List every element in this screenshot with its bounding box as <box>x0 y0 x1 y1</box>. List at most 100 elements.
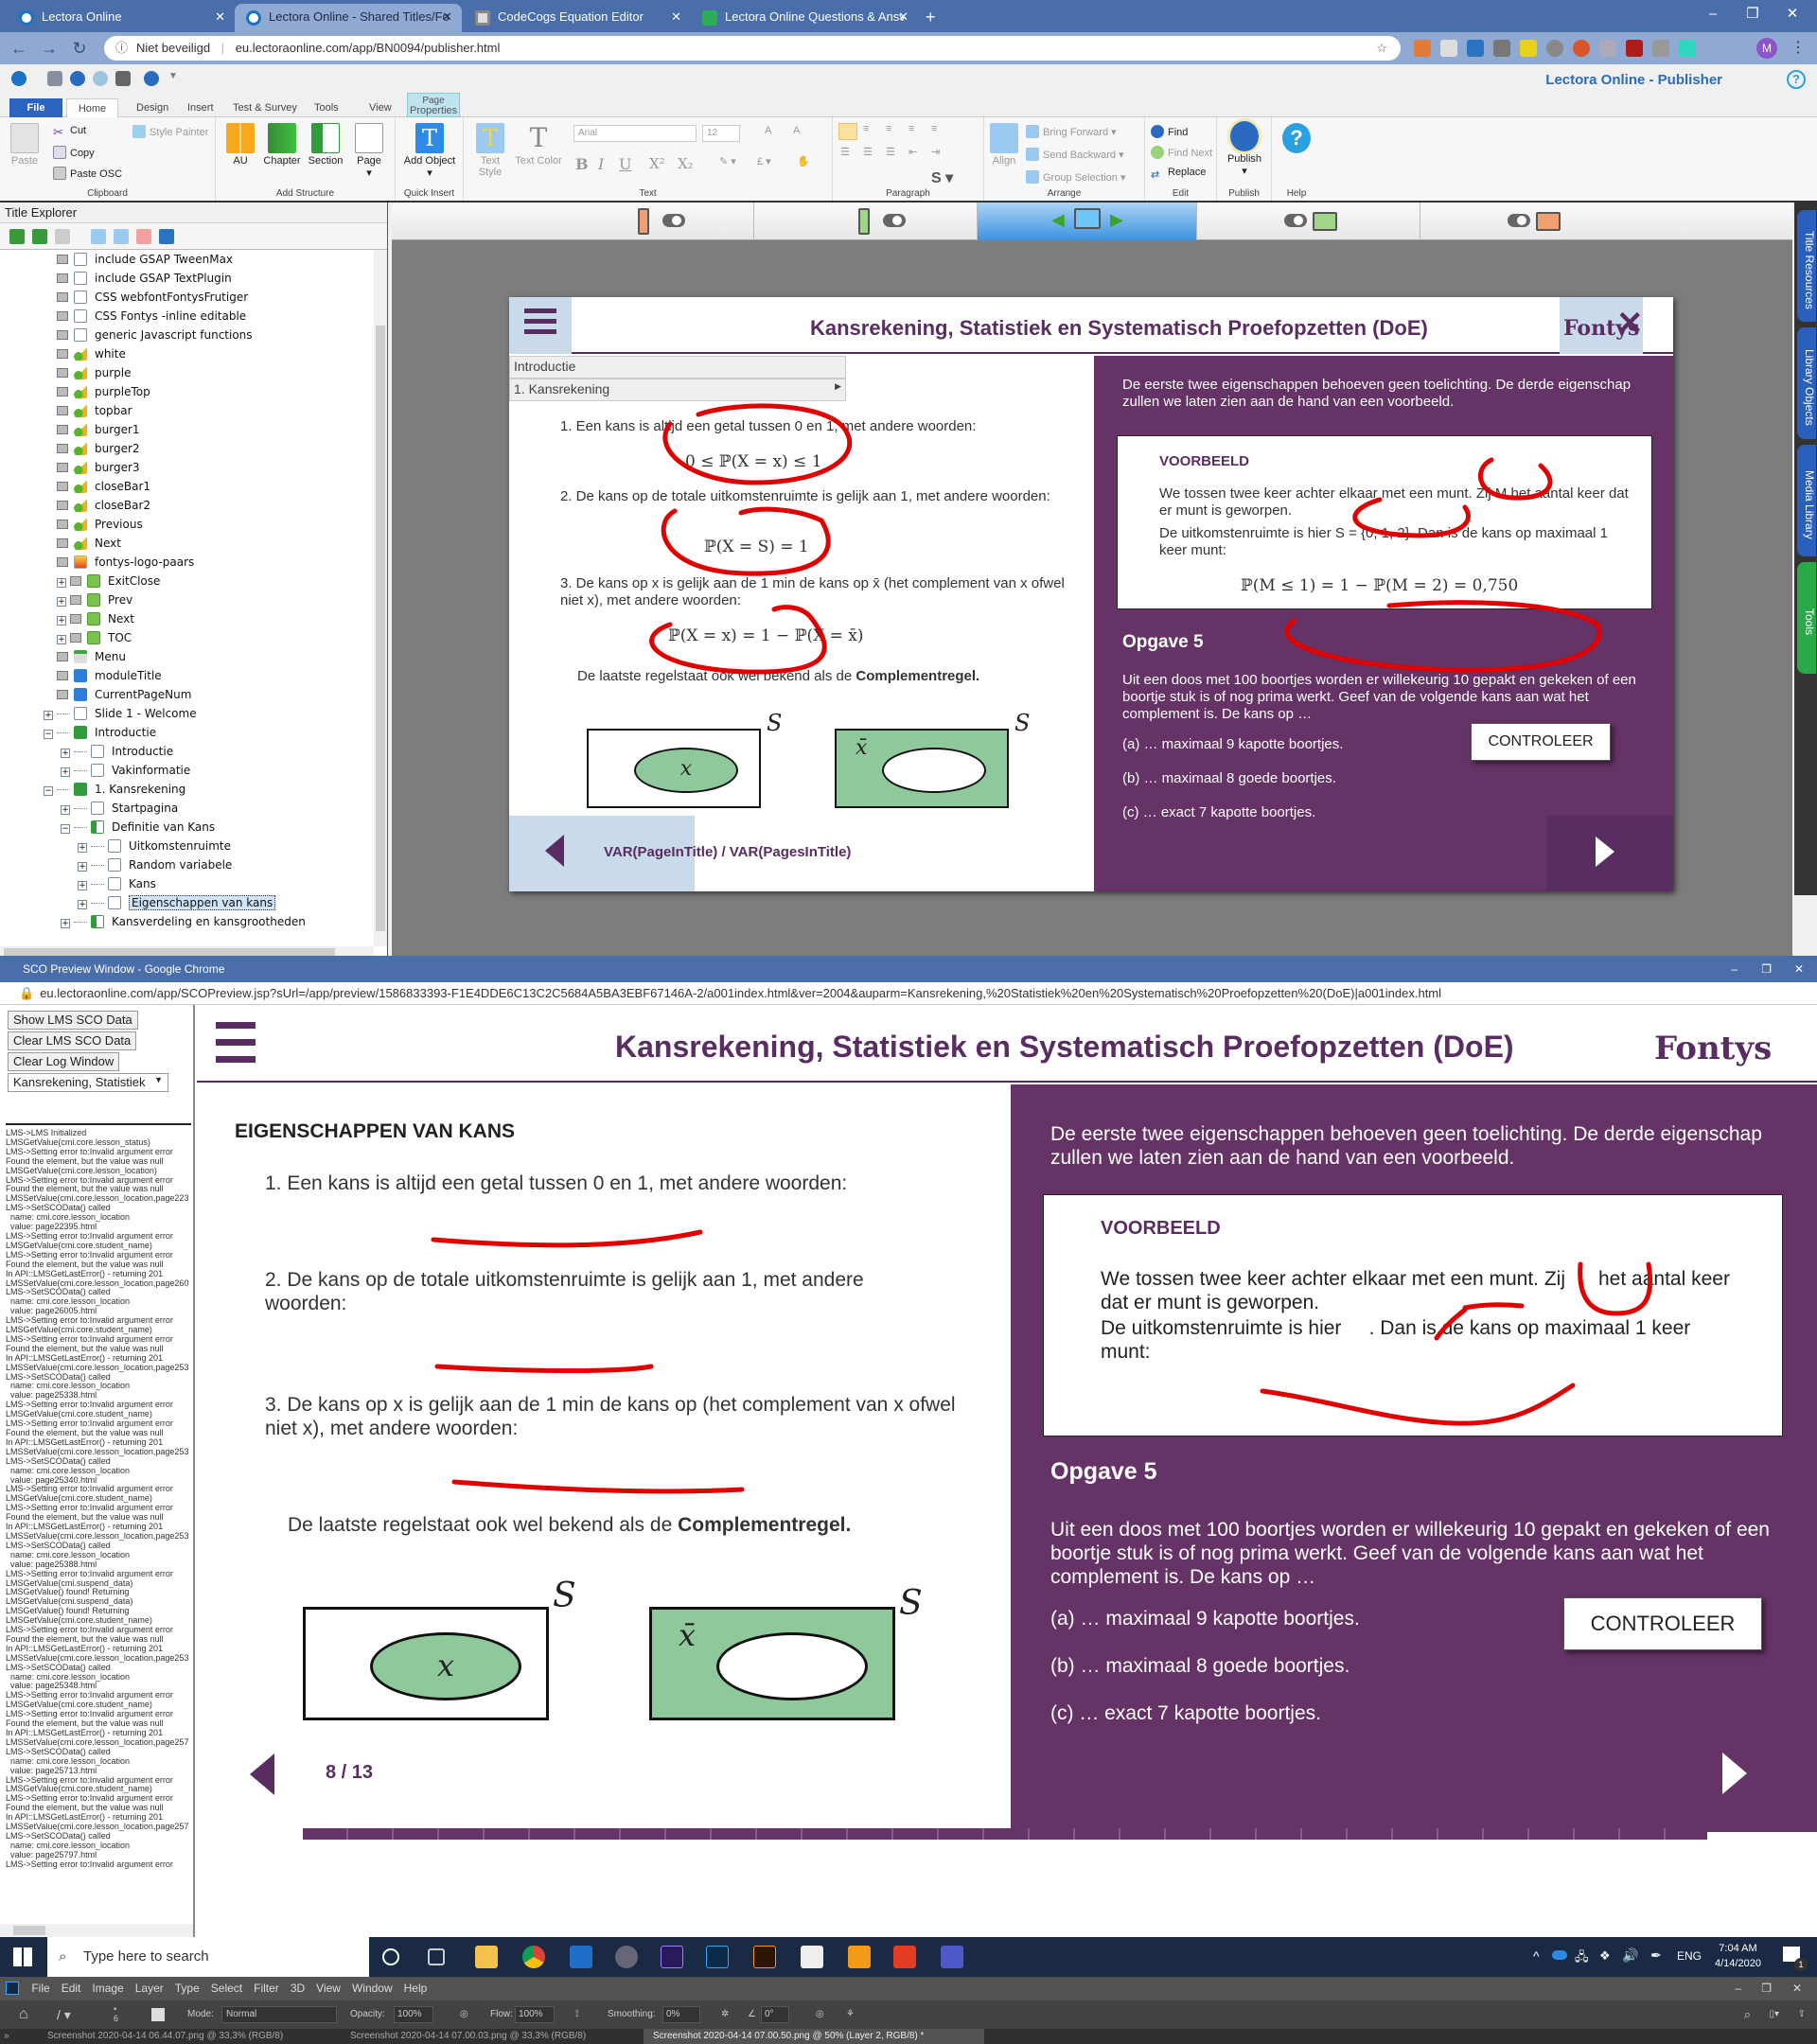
style-painter-button[interactable]: Style Painter <box>132 125 208 138</box>
refresh-icon[interactable] <box>159 229 174 244</box>
outlook-icon[interactable] <box>570 1946 592 1968</box>
menu-item-layer[interactable]: Layer <box>135 1982 164 1995</box>
panel-tab-title-resources[interactable]: Title Resources <box>1797 210 1816 322</box>
visibility-checkbox[interactable] <box>57 368 68 378</box>
clear-log-button[interactable]: Clear Log Window <box>8 1052 120 1071</box>
paste-osc-button[interactable]: Paste OSC <box>53 167 122 180</box>
chrome-menu-icon[interactable]: ⋮ <box>1791 40 1808 57</box>
visibility-checkbox[interactable] <box>70 595 81 605</box>
visibility-checkbox[interactable] <box>57 311 68 321</box>
visibility-checkbox[interactable] <box>57 273 68 283</box>
check-button[interactable]: CONTROLEER <box>1471 723 1611 761</box>
visibility-checkbox[interactable] <box>57 557 68 567</box>
close-tab-icon[interactable]: ✕ <box>898 4 908 30</box>
visibility-checkbox[interactable] <box>57 406 68 415</box>
bring-forward-button[interactable]: Bring Forward ▾ <box>1026 125 1117 138</box>
burger-menu-button[interactable] <box>216 1022 256 1063</box>
after-effects-icon[interactable] <box>661 1946 683 1968</box>
tab-page-properties[interactable]: Page Properties <box>407 93 460 117</box>
save-icon[interactable] <box>47 71 62 86</box>
tree-node[interactable]: Previous <box>57 515 143 534</box>
smoothing-input[interactable]: 0% <box>662 2006 700 2023</box>
network-icon[interactable]: 🖧 <box>1575 1948 1589 1969</box>
numbered-list-icon[interactable]: ☰ <box>863 146 873 158</box>
orientation-toggle[interactable] <box>883 214 906 227</box>
restore-button[interactable]: ❐ <box>1761 1977 1772 2000</box>
shrink-font-icon[interactable]: A <box>793 125 800 136</box>
tree-node[interactable]: + Startpagina <box>61 799 178 818</box>
office-icon[interactable] <box>893 1946 916 1968</box>
expand-icon[interactable]: + <box>61 767 70 777</box>
orientation-toggle[interactable] <box>1508 214 1530 227</box>
tree-node[interactable]: burger3 <box>57 458 140 477</box>
menu-item-file[interactable]: File <box>31 1982 49 1995</box>
justify-icon[interactable]: ≡ <box>908 123 914 134</box>
tree-node[interactable]: + Prev <box>57 590 132 609</box>
search-icon[interactable]: ⌕ <box>1744 2000 1751 2029</box>
dropbox-icon[interactable]: ❖ <box>1599 1948 1611 1964</box>
cut-button[interactable]: ✂ Cut <box>53 125 86 139</box>
expand-icon[interactable]: + <box>78 843 87 853</box>
tree-node[interactable]: closeBar1 <box>57 477 150 496</box>
brush-tool-icon[interactable]: / ▾ <box>57 2000 71 2029</box>
illustrator-icon[interactable] <box>753 1946 776 1968</box>
visibility-checkbox[interactable] <box>57 501 68 510</box>
show-lms-data-button[interactable]: Show LMS SCO Data <box>8 1011 138 1030</box>
tree-node[interactable]: generic Javascript functions <box>57 326 253 344</box>
tree-node[interactable]: burger1 <box>57 420 140 439</box>
tab-file[interactable]: File <box>9 98 62 117</box>
new-tab-button[interactable]: + <box>918 4 946 32</box>
restore-button[interactable]: ❐ <box>1734 0 1772 28</box>
extension-icon[interactable] <box>1652 40 1669 57</box>
symbol-dropdown-icon[interactable]: £ ▾ <box>757 155 771 167</box>
group-selection-button[interactable]: Group Selection ▾ <box>1026 170 1125 184</box>
flow-input[interactable]: 100% <box>515 2006 555 2023</box>
pdf-extension-icon[interactable] <box>1626 40 1643 57</box>
expand-icon[interactable]: + <box>44 711 53 720</box>
find-button[interactable]: Find <box>1151 125 1188 138</box>
menu-item-help[interactable]: Help <box>404 1982 428 1995</box>
toc-item[interactable]: 1. Kansrekening ▶ <box>509 379 846 401</box>
underline-button[interactable]: U <box>619 155 631 173</box>
pen-icon[interactable]: ✒ <box>1650 1947 1662 1964</box>
settings-gear-icon[interactable] <box>144 71 159 86</box>
panel-tab-media-library[interactable]: Media Library <box>1797 445 1816 556</box>
outdent-icon[interactable]: ⇤ <box>908 146 917 158</box>
add-section-button[interactable]: Section <box>305 123 346 167</box>
menu-item-window[interactable]: Window <box>352 1982 393 1995</box>
print-icon[interactable] <box>115 71 131 86</box>
swap-icon[interactable] <box>136 229 151 244</box>
teams-icon[interactable] <box>941 1946 963 1968</box>
add-au-button[interactable]: AU <box>223 123 257 167</box>
app-icon[interactable] <box>615 1946 638 1968</box>
visibility-checkbox[interactable] <box>57 255 68 264</box>
brush-panel-icon[interactable] <box>151 2008 165 2021</box>
minimize-button[interactable]: – <box>1694 0 1732 28</box>
sublime-icon[interactable] <box>848 1946 871 1968</box>
tree-node[interactable]: + TOC <box>57 628 132 647</box>
page-select[interactable]: Kansrekening, Statistiek ▼ <box>8 1073 168 1092</box>
chrome-icon[interactable] <box>522 1946 545 1968</box>
extension-icon[interactable] <box>1546 40 1563 57</box>
tree-node[interactable]: purple <box>57 363 132 382</box>
extension-icon[interactable] <box>1599 40 1616 57</box>
clear-lms-data-button[interactable]: Clear LMS SCO Data <box>8 1031 137 1050</box>
bookmark-star-icon[interactable]: ☆ <box>1376 36 1387 61</box>
subscript-button[interactable]: X₂ <box>678 155 694 172</box>
menu-item-edit[interactable]: Edit <box>62 1982 81 1995</box>
indent-icon[interactable]: ⇥ <box>931 146 940 158</box>
close-tab-icon[interactable]: ✕ <box>215 4 225 30</box>
prev-device-icon[interactable]: ◀ <box>1051 210 1065 230</box>
extension-icon[interactable] <box>1573 40 1590 57</box>
scroll-thumb[interactable] <box>376 326 385 931</box>
task-view-icon[interactable] <box>428 1948 445 1965</box>
device-tablet-landscape[interactable] <box>1197 203 1420 240</box>
tray-chevron-icon[interactable]: ^ <box>1533 1948 1540 1964</box>
visibility-checkbox[interactable] <box>57 690 68 699</box>
menu-item-image[interactable]: Image <box>92 1982 123 1995</box>
collapse-icon[interactable]: − <box>44 730 53 739</box>
help-icon[interactable]: ? <box>1787 70 1806 89</box>
undo-icon[interactable] <box>70 71 85 86</box>
tree-node[interactable]: include GSAP TweenMax <box>57 250 233 269</box>
highlight-icon[interactable]: ✎ ▾ <box>719 155 736 167</box>
